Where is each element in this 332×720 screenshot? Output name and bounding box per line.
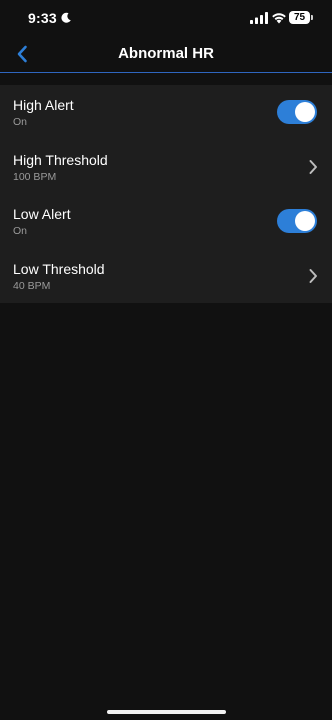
high-alert-value: On [13, 116, 28, 128]
moon-icon [61, 12, 71, 23]
battery-level: 75 [293, 12, 306, 23]
chevron-right-icon [309, 159, 317, 174]
low-alert-label: Low Alert [13, 206, 71, 222]
toggle-knob [295, 211, 315, 231]
low-threshold-row[interactable]: Low Threshold 40 BPM [0, 249, 332, 304]
low-alert-value: On [13, 225, 28, 237]
low-threshold-label: Low Threshold [13, 260, 105, 277]
high-alert-label: High Alert [13, 97, 74, 113]
toggle-knob [295, 102, 315, 122]
chevron-right-icon [309, 268, 317, 283]
battery-icon: 75 [289, 11, 313, 24]
high-alert-toggle[interactable] [277, 100, 317, 124]
high-threshold-row[interactable]: High Threshold 100 BPM [0, 140, 332, 195]
cellular-signal-icon [250, 12, 268, 24]
high-alert-row[interactable]: High Alert On [0, 85, 332, 140]
high-threshold-label: High Threshold [13, 151, 108, 168]
home-indicator[interactable] [107, 710, 226, 714]
low-alert-row[interactable]: Low Alert On [0, 194, 332, 249]
low-alert-toggle[interactable] [277, 209, 317, 233]
status-time: 9:33 [28, 10, 57, 26]
settings-list: High Alert On High Threshold 100 BPM Low… [0, 85, 332, 303]
high-threshold-value: 100 BPM [13, 170, 57, 183]
screen: 9:33 75 Abnormal HR High Alert On High T… [0, 0, 332, 720]
status-bar: 9:33 75 [0, 0, 332, 36]
navigation-header: Abnormal HR [0, 36, 332, 73]
page-title: Abnormal HR [118, 45, 214, 62]
wifi-icon [272, 13, 286, 24]
low-threshold-value: 40 BPM [13, 279, 51, 292]
